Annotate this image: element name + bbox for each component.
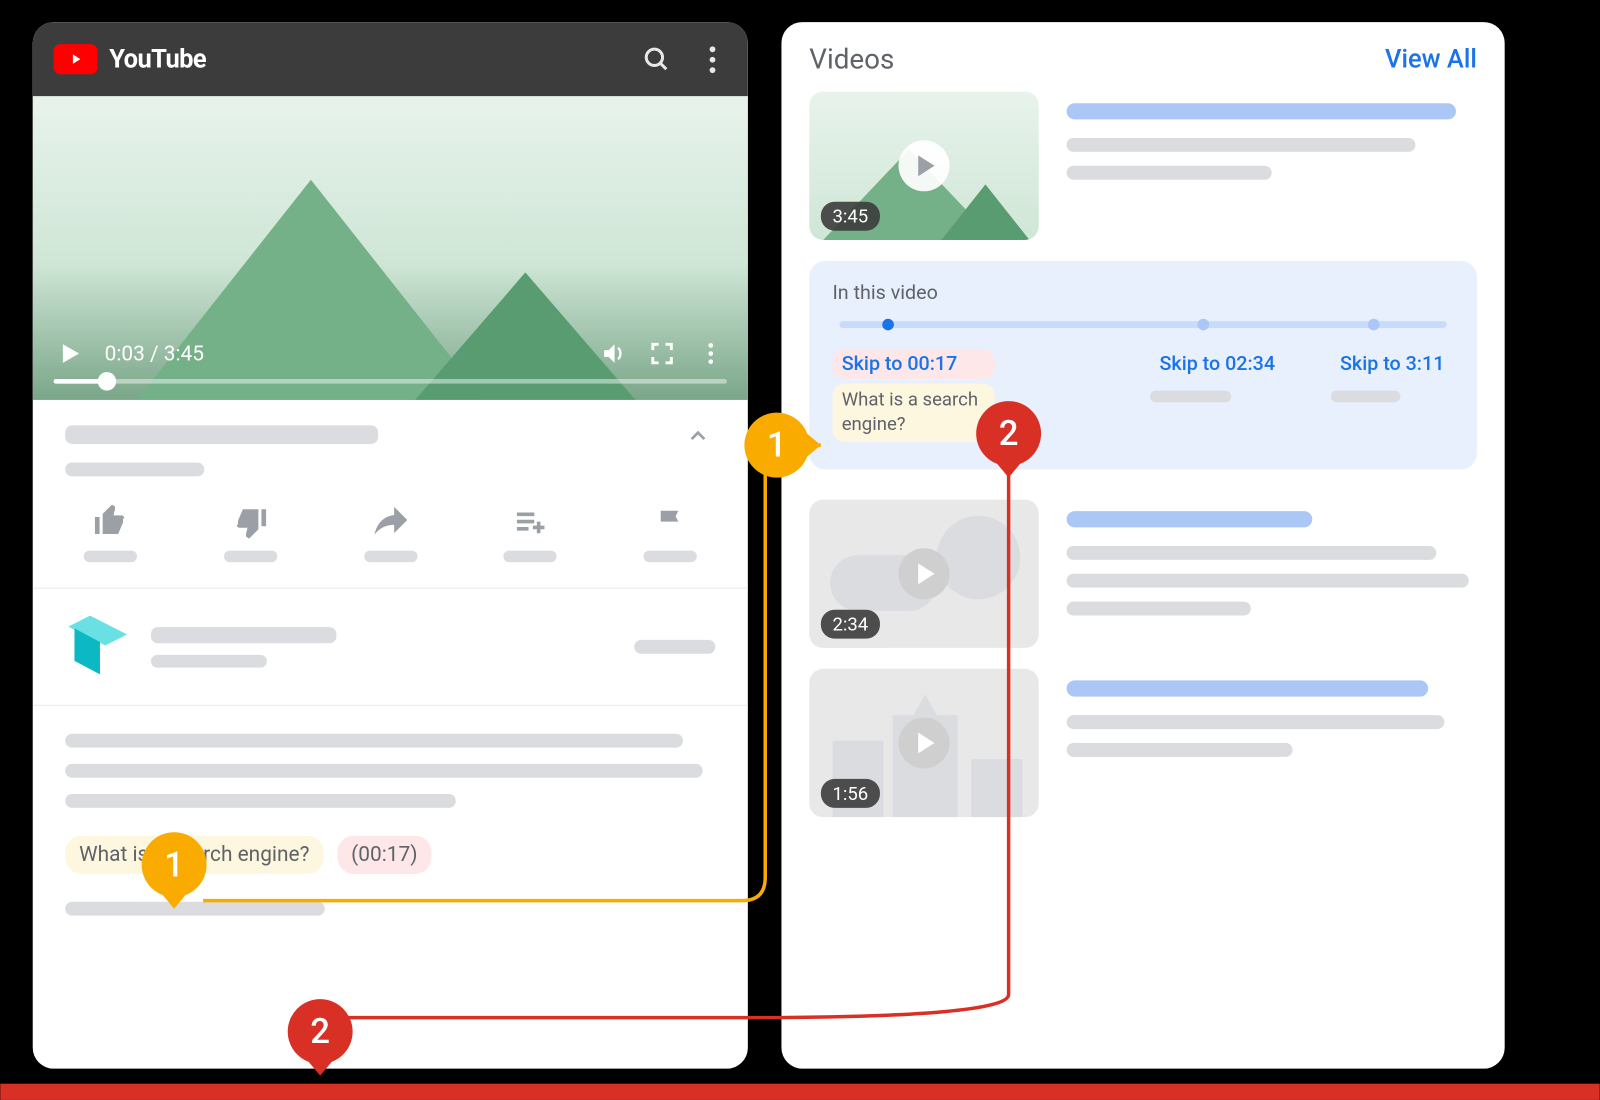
- video-thumbnail: 1:56: [809, 668, 1038, 816]
- videos-heading: Videos: [809, 43, 894, 75]
- youtube-logo-icon: [54, 44, 98, 74]
- youtube-panel: YouTube 0:03 / 3:45: [33, 22, 748, 1069]
- duration-badge: 1:56: [821, 778, 880, 807]
- progress-bar[interactable]: [54, 379, 727, 384]
- like-icon[interactable]: [86, 504, 135, 539]
- video-actions: [33, 488, 748, 589]
- bottom-accent-bar: [0, 1084, 1599, 1100]
- youtube-wordmark: YouTube: [109, 45, 206, 74]
- video-thumbnail: 3:45: [809, 92, 1038, 240]
- annotation-1-right: 1: [744, 413, 809, 478]
- skip-link[interactable]: Skip to 3:11: [1331, 349, 1454, 379]
- video-result[interactable]: 1:56: [809, 668, 1477, 816]
- view-all-link[interactable]: View All: [1385, 45, 1477, 74]
- duration-badge: 2:34: [821, 609, 880, 638]
- video-thumbnail: 2:34: [809, 499, 1038, 647]
- collapse-icon[interactable]: [685, 423, 710, 454]
- play-icon[interactable]: [56, 340, 84, 368]
- duration-badge: 3:45: [821, 202, 880, 231]
- key-moments-card: In this video Skip to 00:17 What is a se…: [809, 261, 1477, 469]
- video-time: 0:03 / 3:45: [105, 341, 204, 365]
- video-result[interactable]: 3:45: [809, 92, 1477, 240]
- chapter-label: What is a search engine?: [832, 384, 994, 441]
- channel-avatar-icon: [65, 614, 130, 679]
- annotation-2-left: 2: [288, 999, 353, 1064]
- fullscreen-icon[interactable]: [648, 340, 676, 368]
- video-description: What is a search engine? (00:17): [33, 706, 748, 944]
- annotation-1-left: 1: [142, 832, 207, 897]
- save-icon[interactable]: [506, 504, 555, 539]
- annotation-2-right: 2: [976, 401, 1041, 466]
- dislike-icon[interactable]: [226, 504, 275, 539]
- flag-icon[interactable]: [646, 504, 695, 539]
- search-icon[interactable]: [641, 44, 671, 74]
- video-more-icon[interactable]: [697, 340, 725, 368]
- volume-icon[interactable]: [599, 340, 627, 368]
- share-icon[interactable]: [366, 504, 415, 539]
- video-title-placeholder: [65, 425, 378, 444]
- video-subtitle-placeholder: [65, 462, 204, 476]
- video-result[interactable]: 2:34: [809, 499, 1477, 647]
- chapter-time-pill[interactable]: (00:17): [337, 836, 431, 874]
- more-icon[interactable]: [697, 44, 727, 74]
- key-moments-label: In this video: [832, 282, 1453, 305]
- skip-link[interactable]: Skip to 02:34: [1150, 349, 1284, 379]
- youtube-header: YouTube: [33, 22, 748, 96]
- skip-link[interactable]: Skip to 00:17: [832, 349, 994, 379]
- search-results-panel: Videos View All 3:45 In this video: [781, 22, 1504, 1069]
- key-moments-track[interactable]: [839, 321, 1446, 328]
- video-player[interactable]: 0:03 / 3:45: [33, 96, 748, 400]
- channel-row[interactable]: [33, 589, 748, 706]
